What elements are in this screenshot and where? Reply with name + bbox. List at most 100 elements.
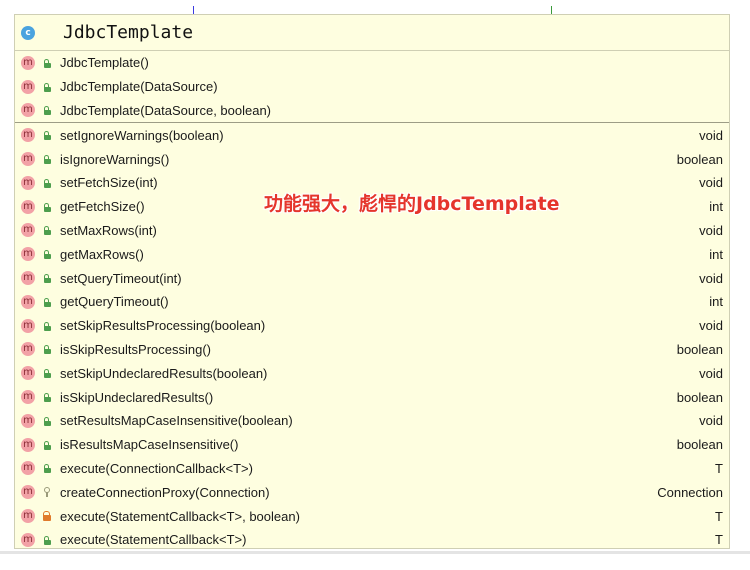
method-row[interactable]: m setMaxRows(int) void: [15, 219, 729, 243]
public-lock-icon: [42, 320, 52, 332]
method-icon: m: [21, 79, 35, 94]
constructor-row[interactable]: m JdbcTemplate(DataSource, boolean): [15, 99, 729, 124]
method-icon: m: [21, 55, 35, 70]
method-icon: m: [21, 103, 35, 118]
class-icon: c: [21, 25, 35, 40]
member-name: getMaxRows(): [60, 246, 144, 262]
method-row[interactable]: m isIgnoreWarnings() boolean: [15, 147, 729, 171]
method-icon: m: [21, 390, 35, 405]
public-lock-icon: [42, 57, 52, 69]
return-type: int: [709, 199, 723, 215]
constructor-row[interactable]: m JdbcTemplate(): [15, 51, 729, 75]
return-type: boolean: [676, 151, 723, 167]
method-icon: m: [21, 271, 35, 286]
method-row[interactable]: m setSkipResultsProcessing(boolean) void: [15, 314, 729, 338]
return-type: void: [699, 175, 723, 191]
public-lock-icon: [42, 129, 52, 141]
return-type: void: [699, 270, 723, 286]
return-type: int: [709, 294, 723, 310]
return-type: void: [699, 222, 723, 238]
structure-popup: c JdbcTemplate m JdbcTemplate() m JdbcTe…: [14, 14, 730, 549]
method-row[interactable]: m execute(StatementCallback<T>) T: [15, 528, 729, 552]
method-icon: m: [21, 128, 35, 143]
method-icon: m: [21, 413, 35, 428]
member-name: JdbcTemplate(): [60, 55, 149, 71]
annotation-overlay: 功能强大，彪悍的JdbcTemplate: [264, 193, 560, 215]
public-lock-icon: [42, 462, 52, 474]
method-row[interactable]: m setSkipUndeclaredResults(boolean) void: [15, 361, 729, 385]
member-name: execute(ConnectionCallback<T>): [60, 460, 253, 476]
member-name: getQueryTimeout(): [60, 294, 169, 310]
class-title: JdbcTemplate: [63, 22, 194, 43]
method-icon: m: [21, 318, 35, 333]
member-name: JdbcTemplate(DataSource): [60, 79, 218, 95]
member-name: setMaxRows(int): [60, 222, 157, 238]
method-row[interactable]: m isSkipResultsProcessing() boolean: [15, 338, 729, 362]
method-icon: m: [21, 152, 35, 167]
method-icon: m: [21, 366, 35, 381]
member-name: setQueryTimeout(int): [60, 270, 182, 286]
method-row[interactable]: m getMaxRows() int: [15, 242, 729, 266]
member-name: setIgnoreWarnings(boolean): [60, 127, 224, 143]
public-lock-icon: [42, 201, 52, 213]
public-lock-icon: [42, 104, 52, 116]
member-name: setSkipUndeclaredResults(boolean): [60, 365, 268, 381]
public-lock-icon: [42, 153, 52, 165]
return-type: boolean: [676, 389, 723, 405]
return-type: void: [699, 365, 723, 381]
method-row[interactable]: m setQueryTimeout(int) void: [15, 266, 729, 290]
return-type: void: [699, 318, 723, 334]
member-name: execute(StatementCallback<T>, boolean): [60, 508, 300, 524]
scrollbar-track[interactable]: [0, 551, 750, 554]
package-key-icon: [42, 486, 52, 498]
method-icon: m: [21, 247, 35, 262]
method-row[interactable]: m setResultsMapCaseInsensitive(boolean) vo…: [15, 409, 729, 433]
member-name: createConnectionProxy(Connection): [60, 484, 270, 500]
return-type: boolean: [676, 341, 723, 357]
public-lock-icon: [42, 534, 52, 546]
method-icon: m: [21, 461, 35, 476]
public-lock-icon: [42, 248, 52, 260]
ruler-marker-green: [551, 6, 552, 14]
public-lock-icon: [42, 81, 52, 93]
return-type: Connection: [657, 484, 723, 500]
return-type: boolean: [676, 437, 723, 453]
method-row[interactable]: m createConnectionProxy(Connection) Connec…: [15, 480, 729, 504]
public-lock-icon: [42, 343, 52, 355]
method-icon: m: [21, 294, 35, 309]
public-lock-icon: [42, 296, 52, 308]
return-type: T: [715, 532, 723, 548]
method-icon: m: [21, 485, 35, 500]
private-lock-icon: [42, 510, 52, 522]
public-lock-icon: [42, 391, 52, 403]
method-icon: m: [21, 223, 35, 238]
member-name: getFetchSize(): [60, 199, 145, 215]
member-name: setSkipResultsProcessing(boolean): [60, 318, 266, 334]
method-row[interactable]: m execute(StatementCallback<T>, boolean) T: [15, 504, 729, 528]
return-type: T: [715, 508, 723, 524]
member-name: isSkipUndeclaredResults(): [60, 389, 214, 405]
public-lock-icon: [42, 367, 52, 379]
member-name: setResultsMapCaseInsensitive(boolean): [60, 413, 293, 429]
method-icon: m: [21, 199, 35, 214]
method-row[interactable]: m getQueryTimeout() int: [15, 290, 729, 314]
constructor-row[interactable]: m JdbcTemplate(DataSource): [15, 75, 729, 99]
return-type: T: [715, 460, 723, 476]
public-lock-icon: [42, 439, 52, 451]
method-list: m setIgnoreWarnings(boolean) void m isIgnore…: [15, 123, 729, 551]
method-row[interactable]: m isResultsMapCaseInsensitive() boolean: [15, 433, 729, 457]
class-header: c JdbcTemplate: [15, 15, 729, 51]
method-row[interactable]: m isSkipUndeclaredResults() boolean: [15, 385, 729, 409]
return-type: int: [709, 246, 723, 262]
method-row[interactable]: m setIgnoreWarnings(boolean) void: [15, 123, 729, 147]
public-lock-icon: [42, 177, 52, 189]
method-icon: m: [21, 175, 35, 190]
method-icon: m: [21, 437, 35, 452]
ruler-marker-blue: [193, 6, 194, 14]
method-row[interactable]: m execute(ConnectionCallback<T>) T: [15, 457, 729, 481]
method-icon: m: [21, 509, 35, 524]
member-name: isResultsMapCaseInsensitive(): [60, 437, 239, 453]
return-type: void: [699, 413, 723, 429]
member-name: setFetchSize(int): [60, 175, 158, 191]
public-lock-icon: [42, 272, 52, 284]
